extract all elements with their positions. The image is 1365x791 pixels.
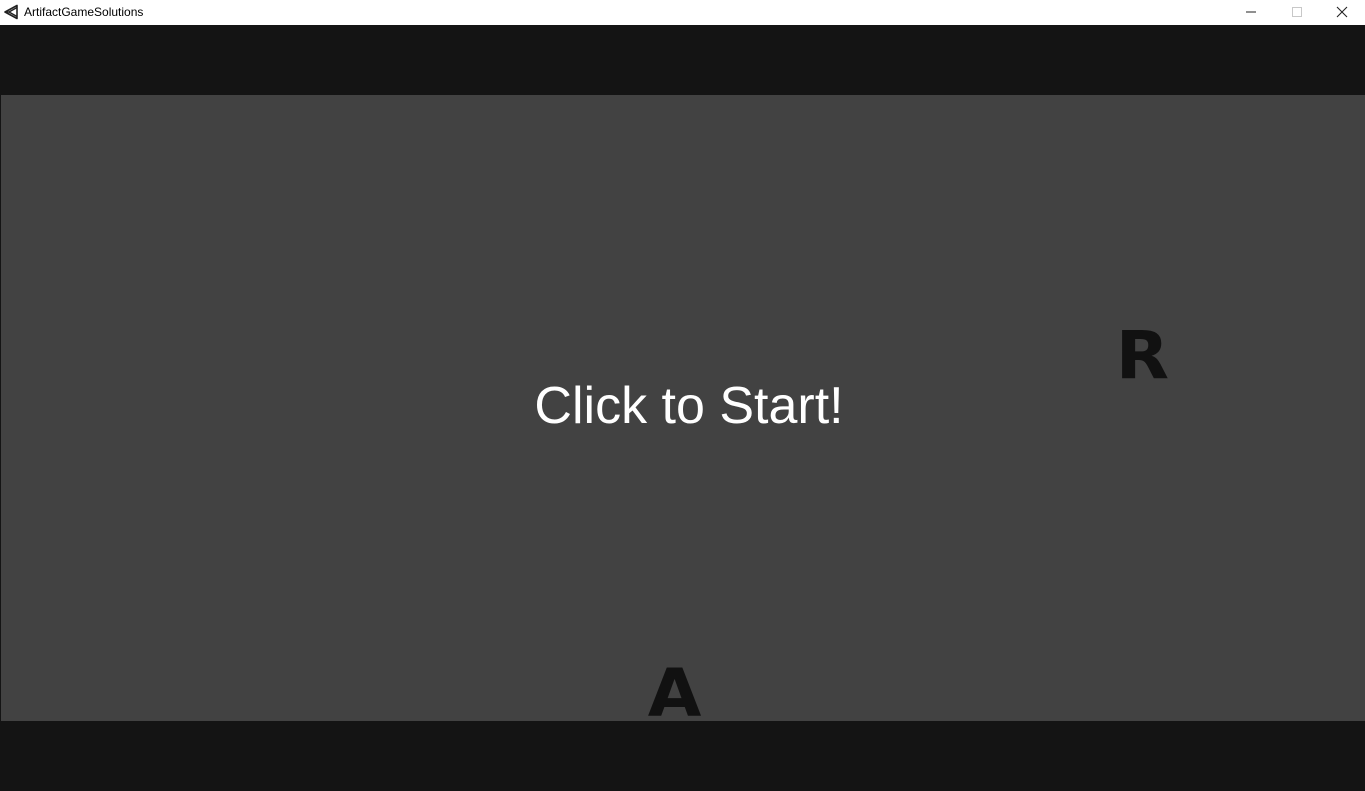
close-icon <box>1336 6 1348 18</box>
letterbox-top <box>0 25 1365 95</box>
app-window: ArtifactGameSolutions Click to Start! R … <box>0 0 1365 791</box>
game-canvas[interactable]: Click to Start! R A <box>0 25 1365 791</box>
letterbox-bottom <box>0 721 1365 791</box>
minimize-icon <box>1246 11 1256 13</box>
letter-a: A <box>647 655 702 722</box>
letter-r: R <box>1115 317 1170 394</box>
minimize-button[interactable] <box>1228 0 1274 25</box>
close-button[interactable] <box>1319 0 1365 25</box>
unity-icon <box>4 4 20 20</box>
maximize-button[interactable] <box>1274 0 1320 25</box>
title-bar[interactable]: ArtifactGameSolutions <box>0 0 1365 25</box>
window-title: ArtifactGameSolutions <box>24 5 144 19</box>
game-viewport[interactable]: Click to Start! R A <box>1 95 1365 721</box>
maximize-icon <box>1292 7 1302 17</box>
